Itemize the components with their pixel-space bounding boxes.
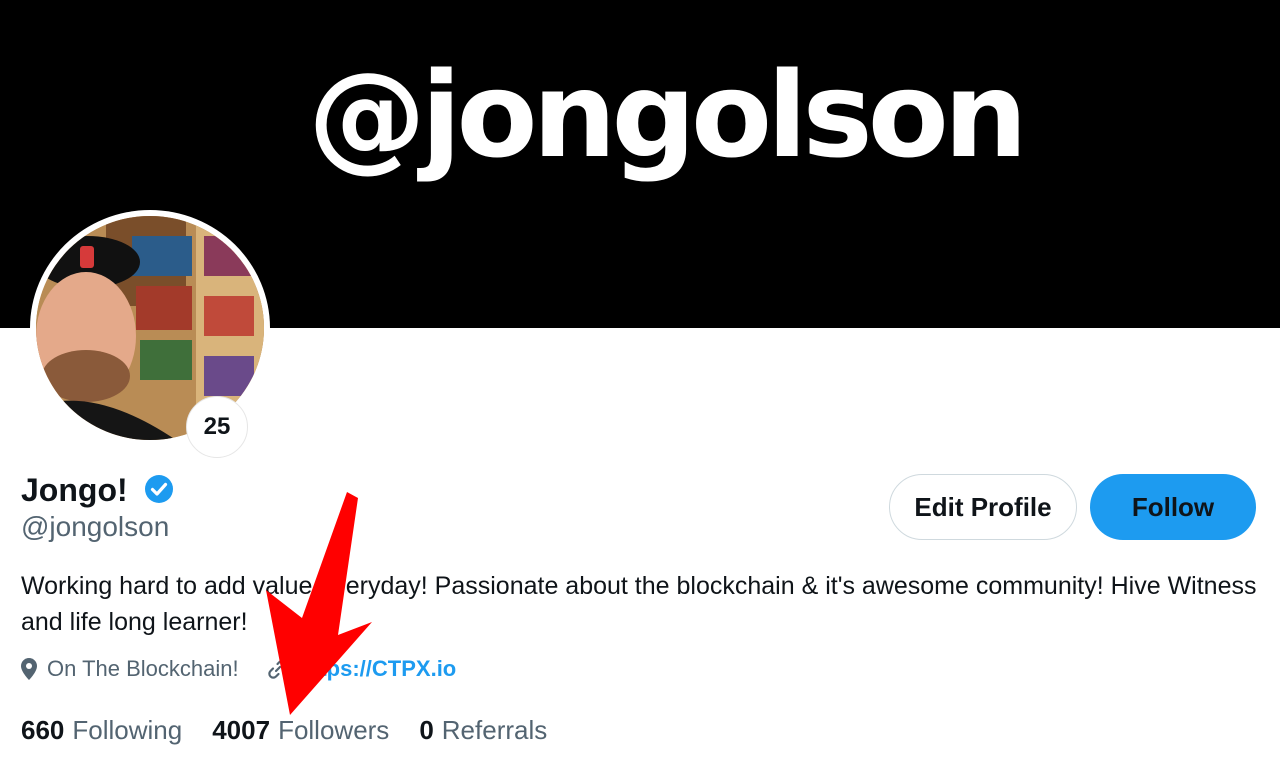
profile-handle: @jongolson — [21, 511, 170, 542]
follow-button[interactable]: Follow — [1090, 474, 1256, 540]
following-stat[interactable]: 660 Following — [21, 715, 182, 746]
profile-stats: 660 Following 4007 Followers 0 Referrals — [21, 712, 577, 748]
edit-profile-button[interactable]: Edit Profile — [889, 474, 1077, 540]
location-pin-icon — [21, 658, 37, 680]
followers-stat[interactable]: 4007 Followers — [212, 715, 389, 746]
referrals-label: Referrals — [441, 714, 548, 745]
location-text: On The Blockchain! — [47, 656, 239, 681]
profile-bio: Working hard to add value everyday! Pass… — [21, 572, 1257, 636]
display-name: Jongo! — [21, 472, 128, 508]
referrals-stat[interactable]: 0 Referrals — [419, 715, 547, 746]
banner-handle-text: @jongolson — [308, 46, 1028, 184]
location-item: On The Blockchain! — [21, 656, 239, 682]
verified-icon — [145, 475, 173, 503]
referrals-count: 0 — [419, 714, 434, 745]
website-link[interactable]: https://CTPX.io — [299, 656, 457, 682]
followers-label: Followers — [278, 714, 390, 745]
website-item[interactable]: https://CTPX.io — [267, 656, 457, 682]
following-count: 660 — [21, 714, 65, 745]
following-label: Following — [72, 714, 183, 745]
followers-count: 4007 — [212, 714, 271, 745]
link-icon — [267, 659, 288, 679]
profile-meta: On The Blockchain! https://CTPX.io — [21, 652, 456, 686]
level-badge: 25 — [186, 396, 248, 458]
